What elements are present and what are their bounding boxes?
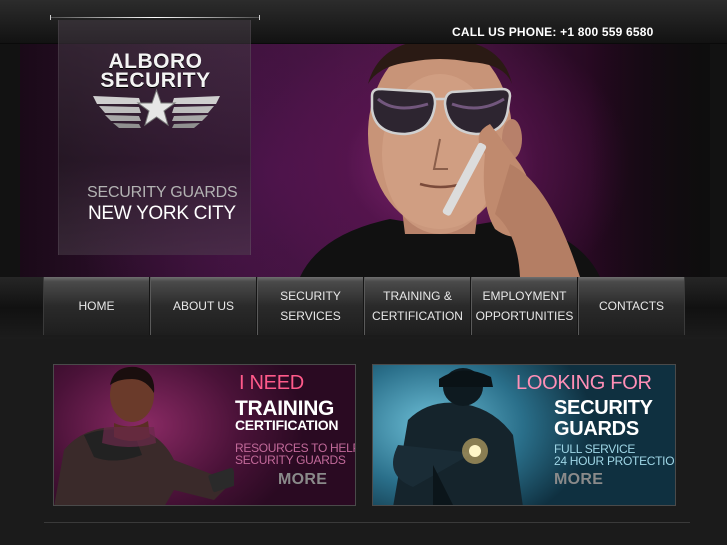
woman-with-tablet-image: [54, 366, 234, 505]
nav-services-label-line2: SERVICES: [280, 309, 341, 323]
logo-panel: ALBORO SECURITY SECURITY GUARDS NEW YORK…: [58, 20, 251, 255]
training-banner-subtitle-line2: SECURITY GUARDS: [235, 453, 346, 467]
tagline-line1: SECURITY GUARDS: [87, 184, 238, 201]
nav-training-certification[interactable]: TRAINING & CERTIFICATION: [364, 277, 471, 335]
training-more-link[interactable]: MORE: [278, 471, 327, 489]
guards-more-link[interactable]: MORE: [554, 471, 603, 489]
hero-banner: CALL US PHONE: +1 800 559 6580 ALBORO SE…: [0, 0, 727, 277]
winged-star-icon: [93, 88, 220, 128]
guards-banner-title-line2: GUARDS: [554, 418, 639, 440]
tagline-line2: NEW YORK CITY: [88, 203, 236, 224]
security-agent-image: [300, 44, 600, 277]
top-hairline: [50, 15, 260, 20]
nav-security-services[interactable]: SECURITY SERVICES: [257, 277, 364, 335]
nav-contacts[interactable]: CONTACTS: [578, 277, 685, 335]
nav-contacts-label: CONTACTS: [598, 299, 665, 313]
nav-employment-label-line1: EMPLOYMENT: [482, 289, 567, 303]
nav-employment-opportunities[interactable]: EMPLOYMENT OPPORTUNITIES: [471, 277, 578, 335]
nav-about-us[interactable]: ABOUT US: [150, 277, 257, 335]
nav-training-label-line2: CERTIFICATION: [372, 309, 463, 323]
nav-home-label: HOME: [78, 299, 115, 313]
training-banner-kicker: I NEED: [239, 372, 304, 394]
main-nav: HOME ABOUT US SECURITY SERVICES TRAINING…: [43, 277, 685, 335]
nav-about-label: ABOUT US: [172, 299, 235, 313]
guards-banner-subtitle-line2: 24 HOUR PROTECTION: [554, 454, 676, 468]
nav-home[interactable]: HOME: [43, 277, 150, 335]
nav-services-label-line1: SECURITY: [280, 289, 341, 303]
phone-line: CALL US PHONE: +1 800 559 6580: [452, 25, 654, 39]
footer-divider: [44, 522, 690, 523]
guards-banner-kicker: LOOKING FOR: [516, 372, 652, 394]
nav-training-label-line1: TRAINING &: [383, 289, 452, 303]
training-banner-title-line2: CERTIFICATION: [235, 417, 339, 433]
guards-banner-title-line1: SECURITY: [554, 397, 653, 419]
training-banner[interactable]: I NEED TRAINING CERTIFICATION RESOURCES …: [53, 364, 356, 506]
nav-employment-label-line2: OPPORTUNITIES: [475, 309, 574, 323]
guards-banner[interactable]: LOOKING FOR SECURITY GUARDS FULL SERVICE…: [372, 364, 676, 506]
